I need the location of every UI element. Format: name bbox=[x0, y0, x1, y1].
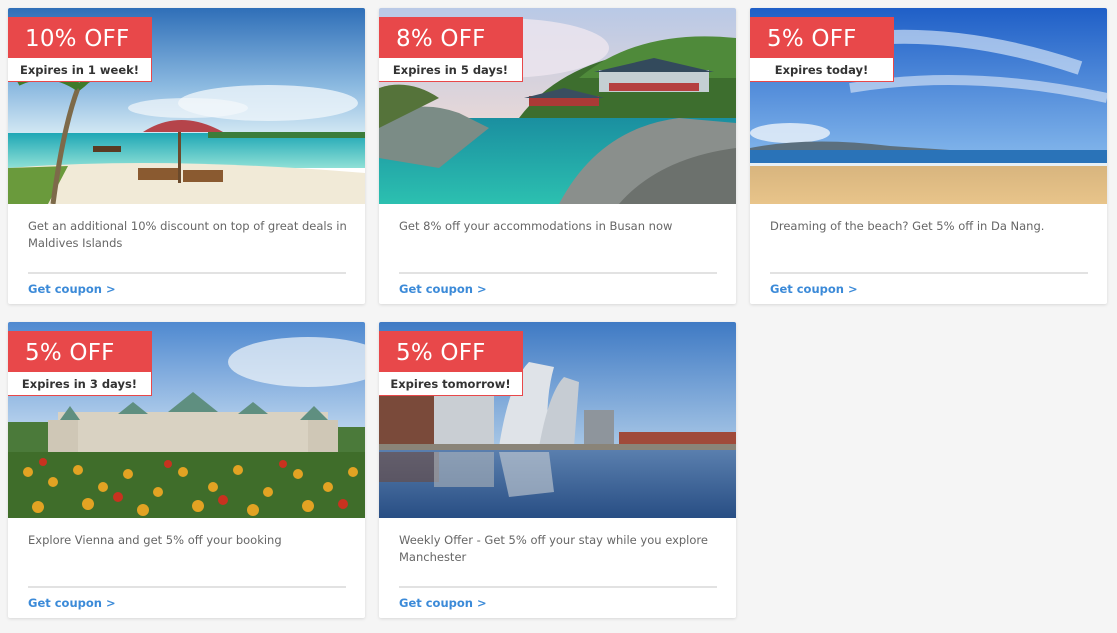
expiry-label: Expires tomorrow! bbox=[379, 372, 523, 396]
expiry-label: Expires today! bbox=[750, 58, 894, 82]
coupon-grid: 10% OFF Expires in 1 week! Get an additi… bbox=[0, 0, 1117, 633]
divider bbox=[399, 272, 717, 274]
discount-label: 5% OFF bbox=[379, 331, 523, 372]
coupon-card-da-nang[interactable]: 5% OFF Expires today! Dreaming of the be… bbox=[750, 8, 1107, 304]
get-coupon-link[interactable]: Get coupon > bbox=[28, 596, 116, 610]
da-nang-beach-photo: 5% OFF Expires today! bbox=[750, 8, 1107, 204]
expiry-label: Expires in 3 days! bbox=[8, 372, 152, 396]
divider bbox=[28, 272, 346, 274]
coupon-description: Get an additional 10% discount on top of… bbox=[28, 219, 347, 250]
discount-badge: 5% OFF Expires in 3 days! bbox=[8, 331, 152, 396]
coupon-card-maldives[interactable]: 10% OFF Expires in 1 week! Get an additi… bbox=[8, 8, 365, 304]
discount-badge: 5% OFF Expires today! bbox=[750, 17, 894, 82]
expiry-label: Expires in 1 week! bbox=[8, 58, 152, 82]
coupon-description: Explore Vienna and get 5% off your booki… bbox=[28, 533, 282, 547]
discount-badge: 8% OFF Expires in 5 days! bbox=[379, 17, 523, 82]
expiry-label: Expires in 5 days! bbox=[379, 58, 523, 82]
divider bbox=[28, 586, 346, 588]
get-coupon-link[interactable]: Get coupon > bbox=[399, 596, 487, 610]
discount-label: 5% OFF bbox=[8, 331, 152, 372]
coupon-description: Get 8% off your accommodations in Busan … bbox=[399, 219, 673, 233]
coupon-card-busan[interactable]: 8% OFF Expires in 5 days! Get 8% off you… bbox=[379, 8, 736, 304]
busan-temple-coast-photo: 8% OFF Expires in 5 days! bbox=[379, 8, 736, 204]
coupon-description: Weekly Offer - Get 5% off your stay whil… bbox=[399, 533, 708, 564]
get-coupon-link[interactable]: Get coupon > bbox=[28, 282, 116, 296]
vienna-palace-tulips-photo: 5% OFF Expires in 3 days! bbox=[8, 322, 365, 518]
coupon-card-manchester[interactable]: 5% OFF Expires tomorrow! Weekly Offer - … bbox=[379, 322, 736, 618]
discount-badge: 5% OFF Expires tomorrow! bbox=[379, 331, 523, 396]
divider bbox=[770, 272, 1088, 274]
discount-badge: 10% OFF Expires in 1 week! bbox=[8, 17, 152, 82]
maldives-beach-photo: 10% OFF Expires in 1 week! bbox=[8, 8, 365, 204]
manchester-waterfront-photo: 5% OFF Expires tomorrow! bbox=[379, 322, 736, 518]
discount-label: 5% OFF bbox=[750, 17, 894, 58]
get-coupon-link[interactable]: Get coupon > bbox=[399, 282, 487, 296]
coupon-description: Dreaming of the beach? Get 5% off in Da … bbox=[770, 219, 1045, 233]
discount-label: 8% OFF bbox=[379, 17, 523, 58]
coupon-card-vienna[interactable]: 5% OFF Expires in 3 days! Explore Vienna… bbox=[8, 322, 365, 618]
get-coupon-link[interactable]: Get coupon > bbox=[770, 282, 858, 296]
discount-label: 10% OFF bbox=[8, 17, 152, 58]
divider bbox=[399, 586, 717, 588]
